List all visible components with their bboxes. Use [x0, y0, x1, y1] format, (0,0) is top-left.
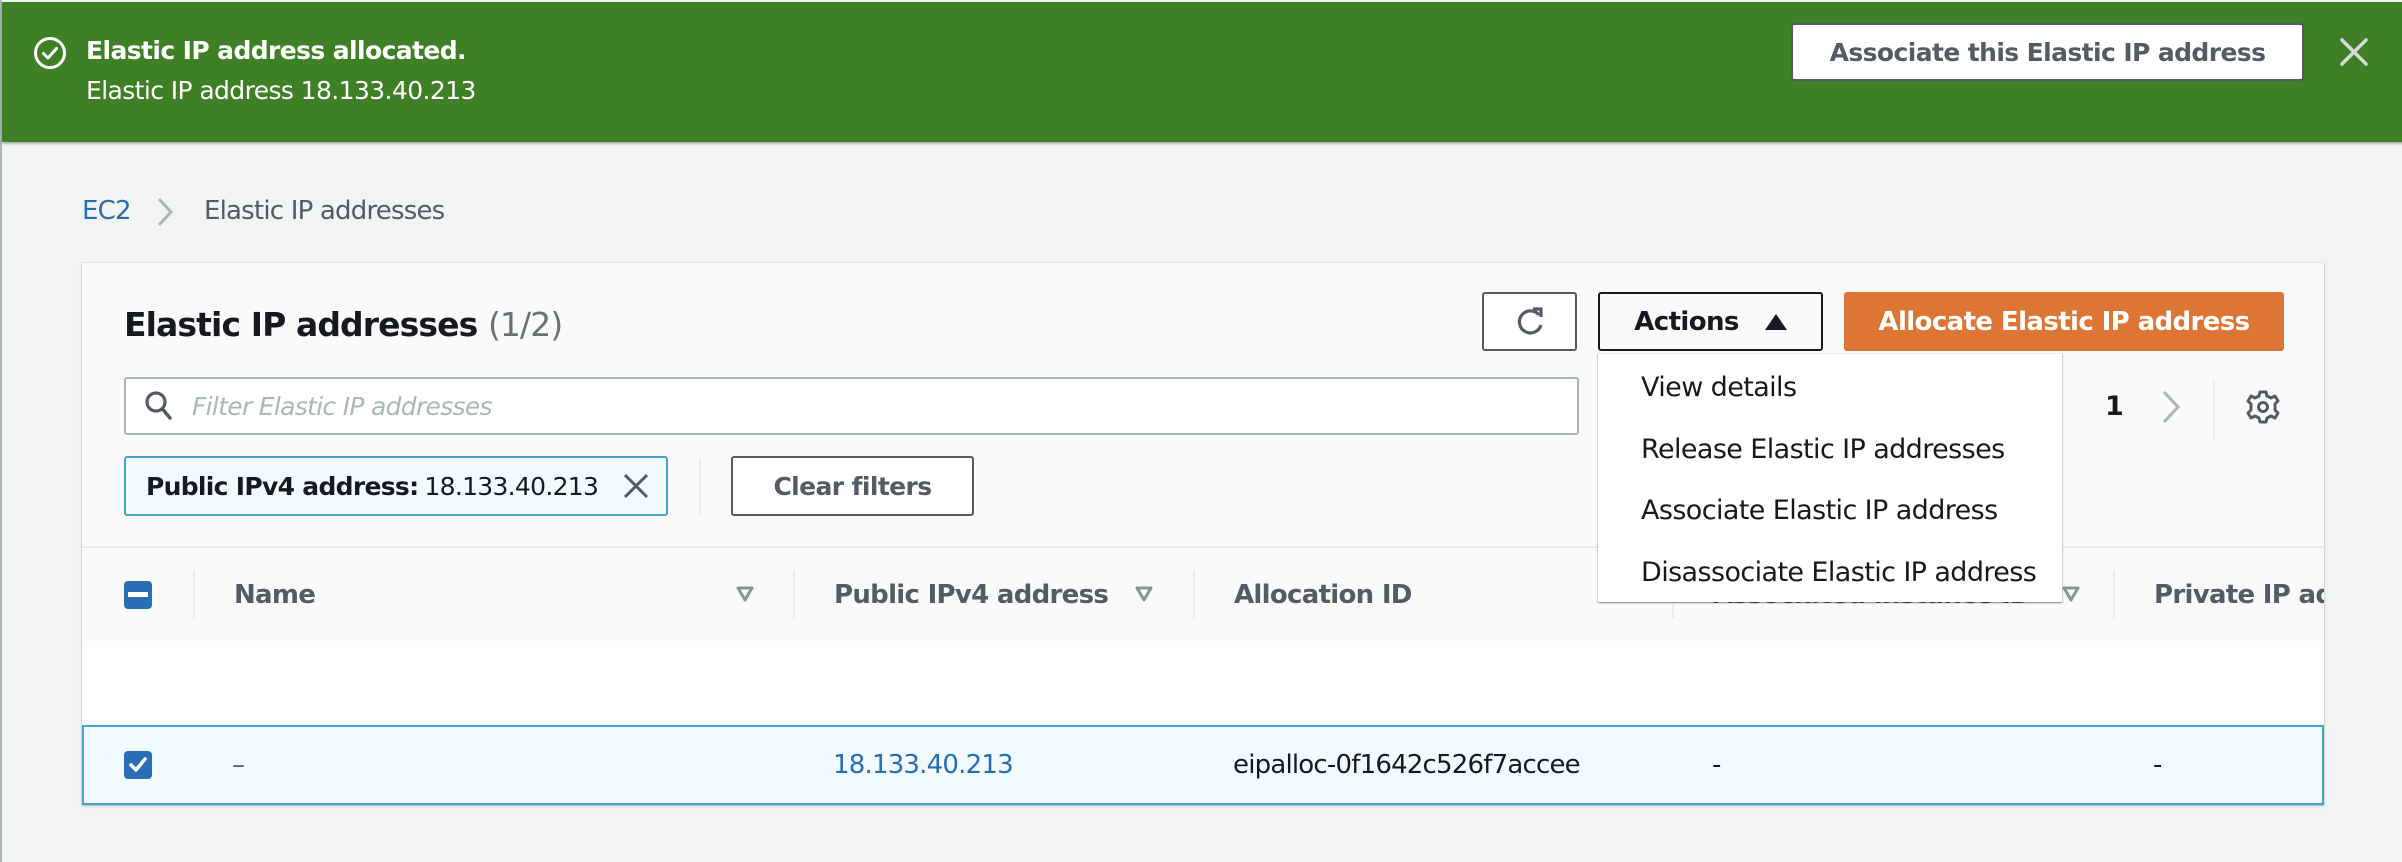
remove-filter-icon[interactable] — [622, 472, 650, 500]
actions-label: Actions — [1634, 306, 1739, 337]
sort-icon[interactable] — [1135, 586, 1153, 602]
column-header-public-ipv4[interactable]: Public IPv4 address — [834, 548, 1109, 641]
actions-menu: View details Release Elastic IP addresse… — [1598, 353, 2062, 602]
check-icon — [129, 757, 147, 772]
panel-title-text: Elastic IP addresses — [124, 305, 478, 344]
filters-divider — [699, 458, 701, 514]
panel-title: Elastic IP addresses (1/2) — [124, 305, 563, 344]
menu-item-release-eip[interactable]: Release Elastic IP addresses — [1641, 434, 2005, 465]
select-all-checkbox[interactable] — [124, 581, 152, 609]
column-header-private-ip[interactable]: Private IP add — [2154, 548, 2324, 641]
cell-associated-instance-id: - — [1712, 750, 1721, 780]
menu-item-view-details[interactable]: View details — [1641, 372, 1797, 403]
clear-filters-button[interactable]: Clear filters — [731, 456, 974, 516]
menu-item-disassociate-eip[interactable]: Disassociate Elastic IP address — [1641, 557, 2037, 588]
actions-dropdown-button[interactable]: Actions — [1598, 292, 1823, 351]
breadcrumb-current: Elastic IP addresses — [204, 196, 445, 226]
table-spacer-row — [82, 641, 2324, 725]
selection-count: (1/2) — [487, 305, 563, 344]
cell-private-ip: - — [2153, 750, 2162, 780]
cell-name: – — [232, 750, 245, 780]
caret-up-icon — [1764, 313, 1787, 330]
cell-allocation-id: eipalloc-0f1642c526f7accee — [1233, 750, 1581, 780]
filter-search-input[interactable] — [192, 391, 1492, 421]
sort-icon[interactable] — [736, 586, 754, 602]
column-divider — [2113, 570, 2115, 618]
pagination-divider — [2213, 380, 2215, 440]
column-header-name[interactable]: Name — [234, 548, 316, 641]
flash-title: Elastic IP address allocated. — [86, 36, 467, 65]
refresh-icon — [1517, 306, 1543, 334]
cell-public-ipv4-link[interactable]: 18.133.40.213 — [833, 727, 1014, 803]
search-icon — [145, 391, 172, 420]
chevron-right-icon — [157, 197, 174, 227]
success-flash-banner: Elastic IP address allocated. Elastic IP… — [2, 2, 2402, 142]
filter-search-field[interactable] — [124, 377, 1579, 435]
row-checkbox[interactable] — [124, 751, 152, 779]
breadcrumb-ec2-link[interactable]: EC2 — [82, 196, 132, 226]
check-circle-icon — [34, 37, 66, 69]
column-divider — [1193, 570, 1195, 618]
filter-token-key: Public IPv4 address: — [146, 471, 419, 501]
column-divider — [793, 570, 795, 618]
next-page-icon[interactable] — [2160, 388, 2182, 426]
sort-icon[interactable] — [2062, 586, 2080, 602]
close-icon[interactable] — [2336, 34, 2372, 70]
associate-this-eip-button[interactable]: Associate this Elastic IP address — [1791, 23, 2304, 81]
filter-token-value: 18.133.40.213 — [424, 471, 599, 501]
refresh-button[interactable] — [1482, 292, 1577, 351]
indeterminate-icon — [128, 592, 148, 597]
filter-token: Public IPv4 address: 18.133.40.213 — [124, 456, 668, 516]
gear-icon[interactable] — [2245, 389, 2281, 425]
current-page-number[interactable]: 1 — [2105, 391, 2124, 422]
allocate-eip-button[interactable]: Allocate Elastic IP address — [1844, 292, 2284, 351]
column-header-allocation-id[interactable]: Allocation ID — [1234, 548, 1412, 641]
flash-message: Elastic IP address 18.133.40.213 — [86, 76, 476, 105]
menu-item-associate-eip[interactable]: Associate Elastic IP address — [1641, 495, 1998, 526]
column-divider — [193, 570, 195, 618]
table-row[interactable]: – 18.133.40.213 eipalloc-0f1642c526f7acc… — [82, 725, 2324, 805]
